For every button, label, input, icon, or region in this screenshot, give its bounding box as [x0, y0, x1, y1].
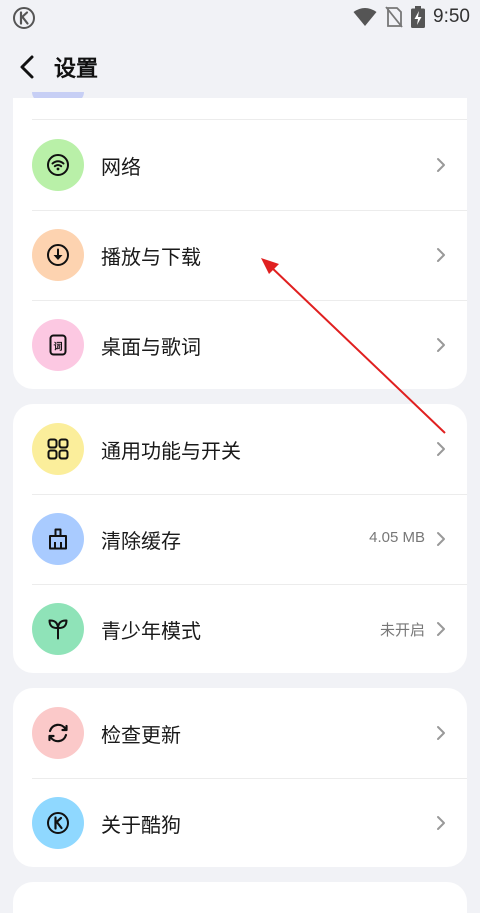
settings-card-about: 检查更新 关于酷狗: [13, 688, 467, 867]
settings-row-label: 播放与下载: [101, 245, 201, 269]
settings-row-label: 清除缓存: [101, 529, 181, 553]
settings-row-label: 通用功能与开关: [101, 439, 241, 463]
chevron-right-icon: [437, 622, 445, 636]
sprout-icon: [48, 619, 68, 640]
status-time: 9:50: [433, 6, 470, 27]
chevron-right-icon: [437, 158, 445, 172]
cache-icon-circle: [32, 513, 84, 565]
kugou-k-icon: [47, 812, 69, 834]
chevron-right-icon: [437, 726, 445, 740]
about-icon-circle: [32, 797, 84, 849]
chevron-right-icon: [437, 338, 445, 352]
app-header: 设置: [0, 36, 480, 98]
settings-row-general-switches[interactable]: 通用功能与开关: [13, 404, 467, 494]
update-icon-circle: [32, 707, 84, 759]
teen-mode-icon-circle: [32, 603, 84, 655]
settings-row-check-update[interactable]: 检查更新: [13, 688, 467, 778]
grid-icon: [47, 438, 69, 460]
network-icon-circle: [32, 139, 84, 191]
download-icon: [47, 244, 69, 266]
settings-row-playback-download[interactable]: 播放与下载: [13, 210, 467, 300]
battery-charging-icon: [411, 6, 426, 28]
settings-card-network: 网络 播放与下载 词 桌面与歌词: [13, 98, 467, 389]
back-arrow-icon[interactable]: [14, 53, 42, 81]
lyrics-icon: 词: [49, 334, 67, 356]
broom-icon: [49, 528, 67, 550]
chevron-right-icon: [437, 442, 445, 456]
playback-icon-circle: [32, 229, 84, 281]
teen-mode-status: 未开启: [379, 622, 425, 639]
settings-row-label: 网络: [101, 155, 141, 179]
wifi-icon: [47, 154, 69, 176]
settings-row-label: 关于酷狗: [101, 813, 181, 837]
kugou-k-icon: [13, 7, 35, 29]
svg-text:词: 词: [53, 341, 62, 353]
no-sim-icon: [385, 6, 403, 28]
settings-row-about-kugou[interactable]: 关于酷狗: [13, 778, 467, 867]
cache-size-value: 4.05 MB: [369, 529, 425, 546]
settings-row-desktop-lyrics[interactable]: 词 桌面与歌词: [13, 300, 467, 389]
wifi-icon: [353, 8, 377, 26]
settings-row-label: 桌面与歌词: [101, 335, 201, 359]
settings-card-general: 通用功能与开关 清除缓存 4.05 MB 青少年模式 未开启: [13, 404, 467, 673]
chevron-right-icon: [437, 532, 445, 546]
settings-row-label: 检查更新: [101, 723, 181, 747]
settings-row-label: 青少年模式: [101, 619, 201, 643]
chevron-right-icon: [437, 248, 445, 262]
settings-row-network[interactable]: 网络: [13, 120, 467, 210]
status-bar: 9:50: [0, 0, 480, 34]
general-icon-circle: [32, 423, 84, 475]
chevron-right-icon: [437, 816, 445, 830]
status-icons: 9:50: [353, 4, 470, 30]
refresh-icon: [48, 723, 68, 743]
page-title: 设置: [54, 57, 99, 82]
settings-card-partial: [13, 882, 467, 913]
settings-row-clear-cache[interactable]: 清除缓存 4.05 MB: [13, 494, 467, 584]
settings-row-teen-mode[interactable]: 青少年模式 未开启: [13, 584, 467, 673]
lyrics-icon-circle: 词: [32, 319, 84, 371]
